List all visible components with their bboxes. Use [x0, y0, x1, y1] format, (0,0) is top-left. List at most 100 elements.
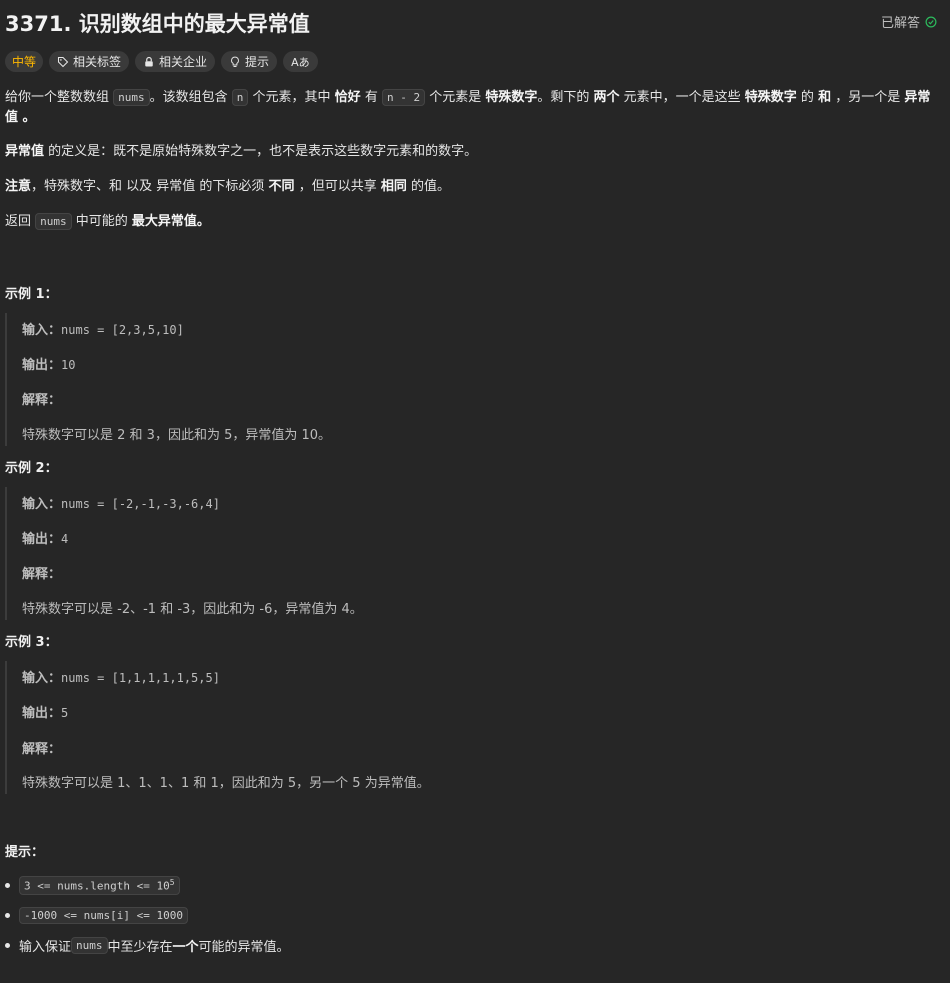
text: 中至少存在 [107, 940, 173, 955]
text: 。该数组包含 [149, 90, 232, 105]
example-1-explain: 特殊数字可以是 2 和 3，因此和为 5，异常值为 10。 [22, 428, 332, 443]
text: ，另一个是 [831, 90, 905, 105]
problem-title[interactable]: 3371. 识别数组中的最大异常值 [5, 8, 310, 38]
inline-code: n [231, 89, 249, 106]
description-paragraph-2: 异常值 的定义是：既不是原始特殊数字之一，也不是表示这些数字元素和的数字。 [5, 142, 940, 162]
output-value: 4 [61, 532, 69, 546]
example-2-explain-label: 解释： [22, 563, 61, 582]
example-2-title: 示例 2： [5, 461, 58, 476]
example-3-input: 输入：nums = [1,1,1,1,1,5,5] [22, 667, 220, 686]
superscript: 5 [169, 878, 175, 887]
text: ，但可以共享 [294, 179, 381, 194]
output-label: 输出： [22, 532, 62, 547]
bold-text: 相同 [380, 179, 407, 194]
inline-code: n - 2 [381, 89, 426, 106]
text: 个元素是 [425, 90, 486, 105]
bullet-dot [5, 882, 10, 888]
lock-icon [145, 56, 153, 66]
example-3-block: 输入：nums = [1,1,1,1,1,5,5] 输出：5 解释： 特殊数字可… [5, 661, 937, 794]
text: 的定义是：既不是原始特殊数字之一，也不是表示这些数字元素和的数字。 [44, 144, 478, 159]
solved-label: 已解答 [880, 16, 920, 31]
inline-code: nums [113, 89, 150, 106]
example-1-input: 输入：nums = [2,3,5,10] [22, 319, 184, 338]
input-value: nums = [-2,-1,-3,-6,4] [61, 497, 220, 511]
bold-text: 特殊数字 [485, 90, 538, 105]
inline-code: 3 <= nums.length <= 105 [19, 876, 180, 895]
text: 的值。 [406, 179, 450, 194]
example-3-output: 输出：5 [22, 702, 68, 721]
example-1-block: 输入：nums = [2,3,5,10] 输出：10 解释： 特殊数字可以是 2… [5, 313, 937, 446]
bold-text: 恰好 [334, 90, 361, 105]
input-value: nums = [1,1,1,1,1,5,5] [61, 671, 220, 685]
text: 。 [18, 110, 36, 125]
related-companies-button[interactable]: 相关企业 [135, 51, 216, 72]
output-label: 输出： [22, 706, 62, 721]
bold-text: 一个 [172, 940, 199, 955]
constraint-text: 3 <= nums.length <= 10 [24, 879, 170, 893]
input-value: nums = [2,3,5,10] [61, 323, 184, 337]
inline-code: nums [71, 937, 108, 954]
inline-code: -1000 <= nums[i] <= 1000 [19, 907, 188, 924]
text: 有 [360, 90, 382, 105]
input-label: 输入： [22, 497, 62, 512]
input-label: 输入： [22, 323, 62, 338]
related-companies-label: 相关企业 [159, 55, 208, 69]
related-tags-button[interactable]: 相关标签 [49, 51, 130, 72]
text: ，特殊数字、和 以及 异常值 的下标必须 [31, 179, 269, 194]
explain-label: 解释： [22, 567, 62, 582]
text: 。剩下的 [537, 90, 594, 105]
example-2-block: 输入：nums = [-2,-1,-3,-6,4] 输出：4 解释： 特殊数字可… [5, 487, 937, 620]
bold-text: 最大异常值。 [131, 214, 210, 229]
check-circle-icon [925, 16, 937, 27]
bullet-dot [5, 943, 10, 948]
text: 给你一个整数数组 [5, 90, 114, 105]
inline-code: nums [35, 213, 72, 230]
description-paragraph-4: 返回 nums 中可能的 最大异常值。 [5, 212, 940, 232]
bold-text: 不同 [268, 179, 295, 194]
example-3-explain-label: 解释： [22, 738, 61, 757]
solved-status: 已解答 [881, 12, 937, 31]
constraint-item: 3 <= nums.length <= 105 [5, 876, 180, 895]
bold-text: 和 [818, 90, 832, 105]
translate-icon: Aあ [291, 55, 310, 69]
problem-description: 3371. 识别数组中的最大异常值 已解答 中等 相关标签 相关企业 提示 Aあ… [5, 0, 940, 955]
translate-button[interactable]: Aあ [283, 51, 318, 72]
tag-icon [57, 56, 69, 67]
bold-text: 异常值 [5, 144, 45, 159]
bullet-dot [5, 913, 10, 918]
lightbulb-icon [231, 56, 239, 67]
example-3-title: 示例 3： [5, 635, 58, 650]
output-label: 输出： [22, 358, 62, 373]
example-2-output: 输出：4 [22, 528, 68, 547]
constraints-title: 提示： [5, 845, 45, 860]
related-tags-label: 相关标签 [73, 55, 122, 69]
text: 返回 [5, 214, 36, 229]
explain-label: 解释： [22, 393, 62, 408]
hint-label: 提示 [245, 55, 270, 69]
title-row: 3371. 识别数组中的最大异常值 已解答 [5, 0, 940, 44]
text: 元素中，一个是这些 [619, 90, 745, 105]
bold-text: 特殊数字 [744, 90, 797, 105]
example-1-title: 示例 1： [5, 287, 58, 302]
example-1-explain-label: 解释： [22, 389, 61, 408]
description-paragraph-3: 注意，特殊数字、和 以及 异常值 的下标必须 不同 ，但可以共享 相同 的值。 [5, 177, 940, 197]
output-value: 5 [61, 706, 69, 720]
tag-bar: 中等 相关标签 相关企业 提示 Aあ [5, 51, 318, 72]
bold-text: 注意 [5, 179, 32, 194]
text: 输入保证 [19, 940, 72, 955]
output-value: 10 [61, 358, 76, 372]
hint-button[interactable]: 提示 [221, 51, 278, 72]
text: 的 [796, 90, 819, 105]
constraint-item: 输入保证 nums 中至少存在 一个 可能的异常值。 [5, 936, 290, 955]
text: 可能的异常值。 [198, 940, 290, 955]
text: 中可能的 [71, 214, 132, 229]
constraint-item: -1000 <= nums[i] <= 1000 [5, 907, 188, 924]
example-1-output: 输出：10 [22, 354, 75, 373]
input-label: 输入： [22, 671, 62, 686]
bold-text: 两个 [593, 90, 620, 105]
difficulty-badge[interactable]: 中等 [5, 51, 44, 72]
example-2-input: 输入：nums = [-2,-1,-3,-6,4] [22, 493, 220, 512]
example-2-explain: 特殊数字可以是 -2、-1 和 -3，因此和为 -6，异常值为 4。 [22, 602, 363, 617]
example-3-explain: 特殊数字可以是 1、1、1、1 和 1，因此和为 5，另一个 5 为异常值。 [22, 776, 430, 791]
text: 个元素，其中 [248, 90, 335, 105]
